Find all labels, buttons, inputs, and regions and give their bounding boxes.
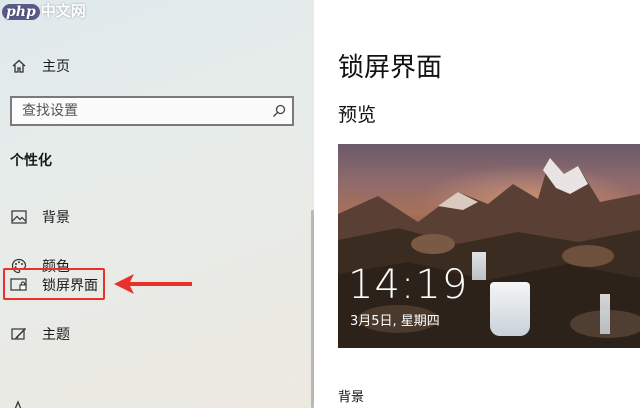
- background-section-label: 背景: [338, 390, 365, 405]
- watermark-text: 中文网: [40, 2, 86, 20]
- home-label: 主页: [42, 59, 70, 75]
- section-title-personalization: 个性化: [10, 153, 52, 169]
- preview-waterfall-main: [490, 282, 530, 336]
- sidebar-item-fonts[interactable]: [10, 396, 42, 408]
- annotation-arrow-icon: [114, 274, 192, 294]
- preview-clock-time: 14:19: [348, 262, 469, 308]
- image-icon: [10, 208, 28, 226]
- annotation-highlight-box: [3, 268, 105, 300]
- preview-waterfall-right: [600, 294, 610, 334]
- watermark-php: php: [2, 4, 40, 20]
- preview-waterfall-upper: [472, 252, 486, 280]
- settings-main: 锁屏界面 预览 14:19 3月5日, 星期四 背景: [314, 0, 640, 408]
- sidebar-item-label: 主题: [42, 327, 70, 343]
- lock-screen-preview: 14:19 3月5日, 星期四: [338, 144, 640, 348]
- search-input[interactable]: [12, 98, 266, 124]
- preview-clock-date: 3月5日, 星期四: [350, 314, 440, 329]
- font-icon: [10, 399, 28, 408]
- search-icon[interactable]: [266, 98, 292, 124]
- sidebar-item-label: 背景: [42, 210, 70, 226]
- page-title: 锁屏界面: [338, 53, 443, 83]
- settings-sidebar: php中文网 主页 个性化 背景 颜色 锁屏界面: [0, 0, 314, 408]
- theme-icon: [10, 325, 28, 343]
- preview-heading: 预览: [338, 104, 377, 126]
- site-watermark: php 中文网: [0, 0, 92, 22]
- home-icon: [10, 57, 28, 75]
- sidebar-item-background[interactable]: 背景: [10, 205, 70, 229]
- sidebar-item-themes[interactable]: 主题: [10, 322, 70, 346]
- search-settings-box: [10, 96, 294, 126]
- sidebar-item-home[interactable]: 主页: [10, 54, 70, 78]
